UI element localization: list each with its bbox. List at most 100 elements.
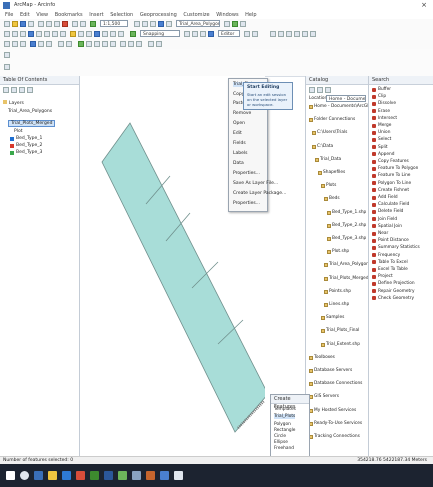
search-result-item[interactable]: Feature To Line: [378, 173, 410, 178]
menu-windows[interactable]: Windows: [216, 11, 238, 19]
zoom-in-icon[interactable]: [4, 31, 10, 37]
construction-tool-circle[interactable]: Circle: [274, 434, 286, 439]
save-icon[interactable]: [20, 21, 26, 27]
catalog-item[interactable]: Bed_Type_2.shp: [332, 223, 366, 228]
spatial-analyst-icon[interactable]: [78, 41, 84, 47]
excel-icon[interactable]: [90, 471, 99, 480]
context-item-data[interactable]: Data: [233, 161, 244, 166]
catalog-item[interactable]: GIS Servers: [314, 394, 339, 399]
straight-segment-icon[interactable]: [252, 31, 258, 37]
trace-icon[interactable]: [270, 31, 276, 37]
list-by-drawing-order-icon[interactable]: [3, 87, 9, 93]
font-color-icon[interactable]: [46, 41, 52, 47]
editor-menu-combo[interactable]: Editor: [218, 30, 240, 37]
edit-tool-icon[interactable]: [244, 31, 250, 37]
windows-start-icon[interactable]: [6, 471, 15, 480]
new-icon[interactable]: [4, 21, 10, 27]
catalog-item[interactable]: Database Connections: [314, 381, 362, 386]
menu-edit[interactable]: Edit: [20, 11, 30, 19]
catalog-item[interactable]: Home - Documents\ArcGIS: [314, 104, 371, 109]
toc-layer-bed-type-1[interactable]: Bed_Type_1: [16, 136, 42, 141]
scale-combo[interactable]: 1:1,500: [100, 20, 128, 27]
advanced-edit-icon[interactable]: [148, 41, 154, 47]
context-item-properties-2[interactable]: Properties...: [233, 201, 260, 206]
line-color-icon[interactable]: [38, 41, 44, 47]
undo-icon[interactable]: [72, 21, 78, 27]
fill-color-icon[interactable]: [30, 41, 36, 47]
file-explorer-icon[interactable]: [48, 471, 57, 480]
topology-icon[interactable]: [156, 41, 162, 47]
menu-file[interactable]: File: [5, 11, 13, 19]
search-result-item[interactable]: Table To Excel: [378, 260, 408, 265]
snap-point-icon[interactable]: [184, 31, 190, 37]
open-icon[interactable]: [12, 21, 18, 27]
snap-edge-icon[interactable]: [208, 31, 214, 37]
split-icon[interactable]: [278, 31, 284, 37]
menu-geoprocessing[interactable]: Geoprocessing: [140, 11, 177, 19]
catalog-item[interactable]: C:\Data: [317, 144, 333, 149]
georeferencing-icon[interactable]: [130, 31, 136, 37]
task-view-icon[interactable]: [34, 471, 43, 480]
search-result-item[interactable]: Clip: [378, 94, 386, 99]
toc-layer-plot[interactable]: Plot: [14, 129, 22, 134]
back-extent-icon[interactable]: [52, 31, 58, 37]
layout-view-icon[interactable]: [58, 41, 64, 47]
search-result-item[interactable]: Append: [378, 152, 395, 157]
snap-vertex-icon[interactable]: [200, 31, 206, 37]
construction-tool-freehand[interactable]: Freehand: [274, 446, 294, 451]
construction-tool-polygon[interactable]: Polygon: [274, 422, 291, 427]
powerpoint-icon[interactable]: [146, 471, 155, 480]
arcmap-taskbar-icon[interactable]: [118, 471, 127, 480]
draw-text-icon[interactable]: [20, 41, 26, 47]
search-result-item[interactable]: Add Field: [378, 195, 398, 200]
clear-selection-icon[interactable]: [78, 31, 84, 37]
toc-icon[interactable]: [142, 21, 148, 27]
toc-layer-trial-area[interactable]: Trial_Area_Polygons: [8, 109, 52, 114]
search-result-item[interactable]: Split: [378, 145, 388, 150]
list-by-source-icon[interactable]: [11, 87, 17, 93]
snap-end-icon[interactable]: [192, 31, 198, 37]
arccatalog-taskbar-icon[interactable]: [132, 471, 141, 480]
template-trial-plots[interactable]: Trial_Plots: [274, 414, 296, 419]
construction-tool-ellipse[interactable]: Ellipse: [274, 440, 288, 445]
menu-help[interactable]: Help: [245, 11, 256, 19]
construction-tool-rectangle[interactable]: Rectangle: [274, 428, 295, 433]
search-result-item[interactable]: Frequency: [378, 253, 400, 258]
search-result-item[interactable]: Merge: [378, 123, 391, 128]
catalog-connect-icon[interactable]: [325, 87, 331, 93]
search-window-icon[interactable]: [158, 21, 164, 27]
menu-view[interactable]: View: [36, 11, 48, 19]
attributes-icon[interactable]: [294, 31, 300, 37]
outlook-icon[interactable]: [160, 471, 169, 480]
model-builder-icon[interactable]: [232, 21, 238, 27]
catalog-item[interactable]: Trial_Data: [320, 157, 341, 162]
context-item-layer-package[interactable]: Create Layer Package...: [233, 191, 286, 196]
effects-icon[interactable]: [128, 41, 134, 47]
search-result-item[interactable]: Join Field: [378, 217, 397, 222]
catalog-icon[interactable]: [150, 21, 156, 27]
notepad-icon[interactable]: [174, 471, 183, 480]
select-features-icon[interactable]: [70, 31, 76, 37]
catalog-item[interactable]: Ready-To-Use Services: [314, 421, 362, 426]
search-result-item[interactable]: Union: [378, 130, 390, 135]
menu-insert[interactable]: Insert: [89, 11, 103, 19]
context-item-labels[interactable]: Labels: [233, 151, 247, 156]
catalog-item[interactable]: Toolboxes: [314, 355, 335, 360]
hand-icon[interactable]: [4, 64, 10, 70]
search-result-item[interactable]: Buffer: [378, 87, 391, 92]
image-analysis-icon[interactable]: [110, 41, 116, 47]
toc-layer-trial-plots-selected[interactable]: Trial_Plots_Merged: [8, 120, 56, 127]
help-icon[interactable]: [240, 21, 246, 27]
search-result-item[interactable]: Copy Features: [378, 159, 409, 164]
draw-rectangle-icon[interactable]: [12, 41, 18, 47]
sketch-properties-icon[interactable]: [302, 31, 308, 37]
draw-select-icon[interactable]: [4, 41, 10, 47]
find-icon[interactable]: [102, 31, 108, 37]
search-result-item[interactable]: Intersect: [378, 116, 397, 121]
catalog-item[interactable]: C:\Users\Trials: [317, 130, 347, 135]
search-result-item[interactable]: Delete Field: [378, 209, 403, 214]
select-elements-icon[interactable]: [86, 31, 92, 37]
pointer-icon[interactable]: [4, 52, 10, 58]
context-item-fields[interactable]: Fields: [233, 141, 246, 146]
catalog-item[interactable]: Lines.shp: [329, 302, 349, 307]
